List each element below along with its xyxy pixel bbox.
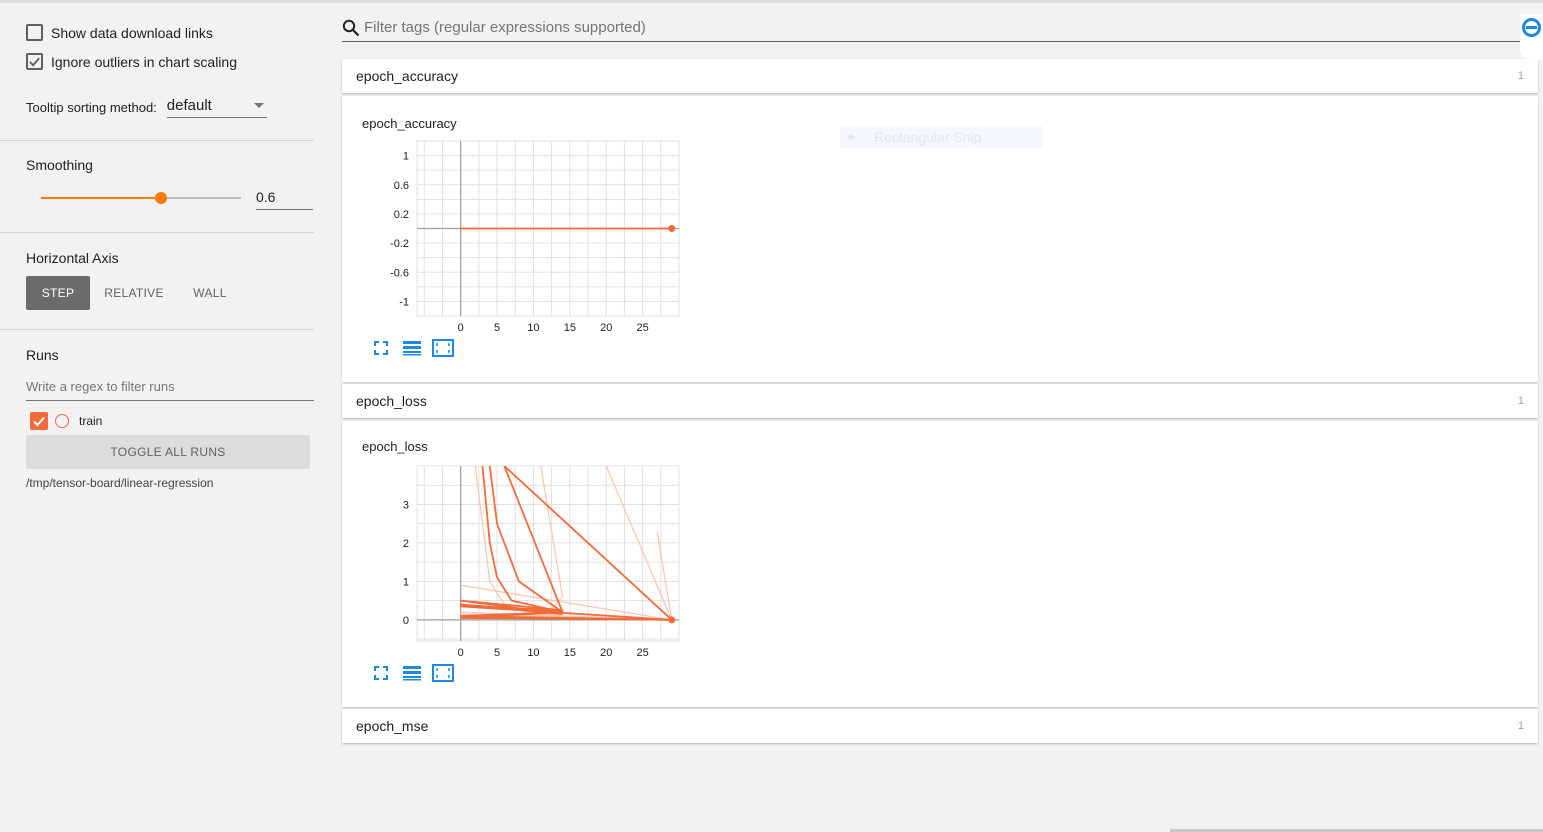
- category-name: epoch_accuracy: [356, 68, 458, 84]
- x-tick-label: 25: [636, 322, 648, 334]
- fit-domain-icon[interactable]: [432, 663, 454, 683]
- run-train-checkbox[interactable]: [30, 412, 48, 430]
- last-point-marker: [668, 225, 676, 232]
- y-tick-label: -0.2: [390, 238, 409, 250]
- expand-icon[interactable]: [370, 338, 392, 358]
- axis-step-button[interactable]: STEP: [26, 276, 90, 310]
- category-count: 1: [1517, 720, 1524, 732]
- snip-dot-icon: [848, 134, 854, 140]
- toggle-all-runs-button[interactable]: TOGGLE ALL RUNS: [26, 435, 310, 469]
- checkmark-icon: [29, 57, 40, 67]
- tooltip-sorting-value: default: [166, 96, 212, 114]
- category-count: 1: [1517, 70, 1524, 82]
- tag-filter-bar: [342, 14, 1520, 42]
- axis-wall-button[interactable]: WALL: [180, 276, 240, 310]
- x-tick-label: 20: [600, 322, 612, 334]
- tag-filter-input[interactable]: [364, 19, 1464, 36]
- divider: [0, 140, 314, 141]
- x-tick-label: 10: [527, 647, 539, 659]
- x-tick-label: 0: [458, 322, 464, 334]
- sidebar: Show data download links Ignore outliers…: [0, 0, 314, 832]
- show-download-links-checkbox[interactable]: [26, 24, 43, 41]
- chart-epoch-loss[interactable]: 0 5 10 15 20 253210: [342, 421, 702, 661]
- tooltip-sorting-select[interactable]: default: [166, 96, 267, 118]
- dropdown-caret-icon: [253, 102, 264, 108]
- run-name: train: [79, 414, 103, 428]
- horizontal-axis-label: Horizontal Axis: [26, 250, 119, 266]
- category-name: epoch_mse: [356, 718, 429, 734]
- fit-domain-icon[interactable]: [432, 338, 454, 358]
- smoothing-label: Smoothing: [26, 157, 93, 173]
- extension-bar: [1526, 26, 1537, 29]
- show-download-links-label: Show data download links: [51, 24, 213, 41]
- x-tick-label: 15: [564, 647, 576, 659]
- tooltip-sorting-row: Tooltip sorting method: default: [26, 96, 267, 118]
- category-epoch-mse[interactable]: epoch_mse 1: [342, 709, 1538, 743]
- chart-epoch-accuracy[interactable]: 0 5 10 15 20 25 1 0.6 0.2 -0.2 -0.6 -1: [342, 96, 702, 336]
- runs-label: Runs: [26, 347, 59, 363]
- chart-card-epoch-loss: epoch_loss 0 5 10 15 20 25 3 2 1 0: [342, 421, 1538, 707]
- divider: [0, 329, 314, 330]
- rectangular-snip-overlay: Rectangular Snip: [840, 126, 1042, 148]
- run-color-swatch[interactable]: [55, 414, 69, 428]
- y-tick-label: -1: [399, 296, 409, 308]
- smoothing-slider-handle[interactable]: [155, 192, 167, 204]
- axis-relative-button[interactable]: RELATIVE: [98, 276, 170, 310]
- chart-actions: [370, 338, 463, 358]
- y-tick-label: 3: [403, 499, 409, 511]
- x-tick-label: 20: [600, 647, 612, 659]
- smoothing-value-input[interactable]: 0.6: [256, 186, 313, 210]
- runs-filter-input[interactable]: Write a regex to filter runs: [26, 374, 314, 401]
- y-tick-label: 2: [403, 538, 409, 550]
- expand-icon[interactable]: [370, 663, 392, 683]
- smoothing-slider-fill: [41, 197, 161, 199]
- category-count: 1: [1517, 395, 1524, 407]
- y-tick-label: 1: [403, 576, 409, 588]
- show-download-links-option[interactable]: Show data download links: [26, 24, 213, 41]
- log-directory: /tmp/tensor-board/linear-regression: [26, 476, 214, 490]
- y-tick-label: 0.6: [394, 180, 409, 192]
- x-tick-label: 25: [636, 647, 648, 659]
- ignore-outliers-option[interactable]: Ignore outliers in chart scaling: [26, 53, 237, 70]
- category-epoch-loss[interactable]: epoch_loss 1: [342, 384, 1538, 418]
- list-icon[interactable]: [401, 663, 423, 683]
- ignore-outliers-label: Ignore outliers in chart scaling: [51, 53, 237, 70]
- ignore-outliers-checkbox[interactable]: [26, 53, 43, 70]
- chart-actions: [370, 663, 463, 683]
- x-tick-label: 5: [494, 322, 500, 334]
- smoothing-slider[interactable]: [41, 192, 241, 204]
- y-tick-label: -0.6: [390, 267, 409, 279]
- y-tick-label: 0: [403, 615, 409, 627]
- smoothed-series-line: [459, 466, 564, 615]
- x-tick-label: 10: [527, 322, 539, 334]
- x-tick-label: 0: [458, 647, 464, 659]
- list-icon[interactable]: [401, 338, 423, 358]
- tooltip-sorting-label: Tooltip sorting method:: [26, 99, 157, 115]
- extension-icon[interactable]: [1520, 14, 1543, 60]
- category-epoch-accuracy[interactable]: epoch_accuracy 1: [342, 59, 1538, 93]
- run-item-train[interactable]: train: [30, 412, 102, 430]
- chart-card-epoch-accuracy: epoch_accuracy 0 5 10 15 20 25 1 0.6 0.2 -0.2 -0.6…: [342, 96, 1538, 382]
- y-tick-label: 1: [403, 151, 409, 163]
- snip-label: Rectangular Snip: [874, 129, 982, 145]
- last-point-marker: [668, 616, 676, 624]
- x-tick-label: 15: [564, 322, 576, 334]
- checkmark-icon: [33, 416, 45, 427]
- divider: [0, 232, 314, 233]
- category-name: epoch_loss: [356, 393, 427, 409]
- y-tick-label: 0.2: [394, 209, 409, 221]
- x-tick-label: 5: [494, 647, 500, 659]
- search-icon: [342, 19, 360, 36]
